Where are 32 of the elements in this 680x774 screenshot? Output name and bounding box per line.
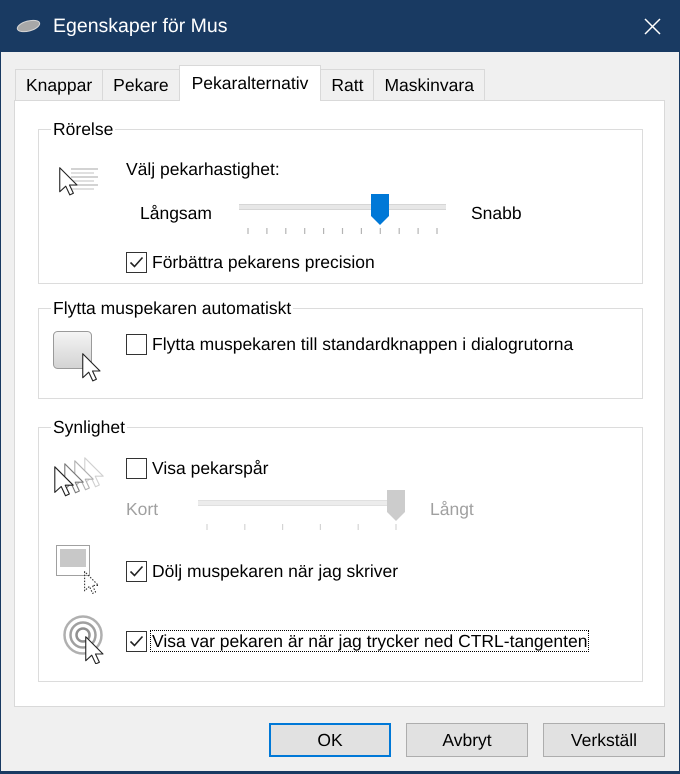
pointer-trail-icon: [54, 457, 104, 498]
checkbox-label: Dölj muspekaren när jag skriver: [151, 560, 400, 582]
checkbox[interactable]: [126, 458, 147, 478]
checkbox[interactable]: [126, 252, 147, 272]
tab[interactable]: Knappar: [15, 69, 104, 100]
slider-min-label: Långsam: [140, 203, 212, 223]
checkbox-label: Flytta muspekaren till standardknappen i dialogrutorna: [151, 333, 574, 355]
group-title: Flytta muspekaren automatiskt: [52, 298, 292, 318]
checkbox[interactable]: [126, 334, 147, 354]
checkbox-label: Visa var pekaren är när jag trycker ned CTRL-tangenten: [150, 630, 590, 652]
dialog-button[interactable]: Verkställ: [543, 723, 665, 757]
pointer-location-icon: [63, 615, 105, 664]
slider-min-label: Kort: [126, 499, 158, 519]
dialog-button[interactable]: OK: [269, 723, 391, 757]
checkbox-label: Förbättra pekarens precision: [151, 251, 376, 273]
dialog-button[interactable]: Avbryt: [406, 723, 528, 757]
mouse-icon: [16, 19, 41, 33]
slider-max-label: Långt: [430, 498, 474, 520]
slider-max-label: Snabb: [471, 202, 522, 224]
slider-label: Välj pekarhastighet:: [126, 158, 280, 180]
tab[interactable]: Maskinvara: [373, 69, 485, 100]
slider-thumb[interactable]: [371, 194, 390, 225]
checkbox-label: Visa pekarspår: [151, 457, 270, 479]
checkbox[interactable]: [126, 630, 147, 652]
hidden-pointer-icon: [56, 545, 101, 594]
checkbox[interactable]: [126, 560, 147, 582]
group-title: Synlighet: [52, 417, 126, 437]
button-pointer-icon: [53, 331, 103, 382]
tab[interactable]: Pekaralternativ: [178, 65, 322, 101]
group-title: Rörelse: [52, 119, 114, 139]
close-icon: [644, 18, 660, 34]
window-title: Egenskaper för Mus: [53, 14, 229, 38]
